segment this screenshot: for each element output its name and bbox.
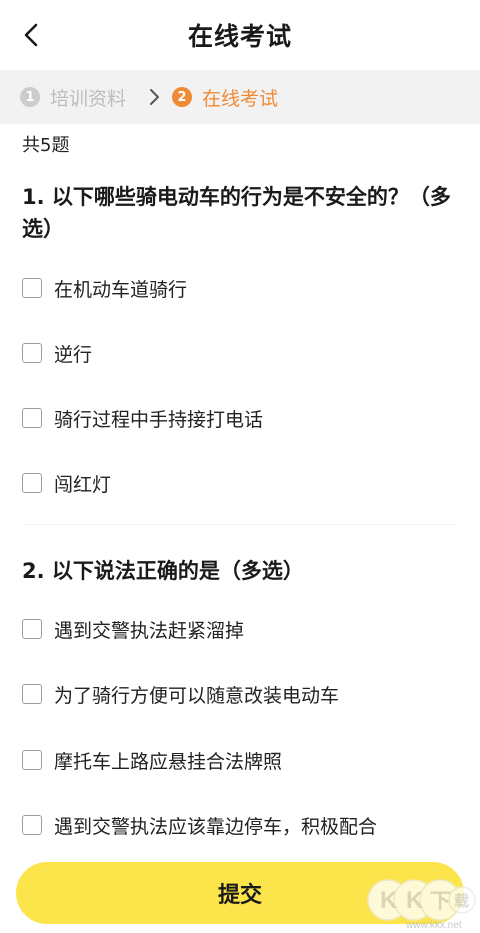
option-checkbox[interactable]: 遇到交警执法应该靠边停车，积极配合 — [22, 808, 462, 842]
step-online-exam[interactable]: 2 在线考试 — [172, 84, 278, 111]
option-label: 遇到交警执法赶紧溜掉 — [54, 619, 245, 642]
question-count: 共5题 — [22, 135, 70, 156]
chevron-right-icon — [148, 88, 160, 106]
svg-text:K: K — [380, 887, 398, 914]
checkbox-icon[interactable] — [22, 278, 42, 298]
step-label: 在线考试 — [202, 87, 279, 110]
svg-text:www.kkx.net: www.kkx.net — [405, 920, 462, 931]
option-checkbox[interactable]: 骑行过程中手持接打电话 — [22, 401, 462, 435]
option-checkbox[interactable]: 为了骑行方便可以随意改装电动车 — [22, 677, 462, 711]
checkbox-icon[interactable] — [22, 343, 42, 363]
option-label: 在机动车道骑行 — [54, 278, 188, 301]
question-title: 2. 以下说法正确的是（多选） — [22, 559, 304, 583]
option-label: 摩托车上路应悬挂合法牌照 — [54, 750, 283, 773]
checkbox-icon[interactable] — [22, 619, 42, 639]
divider — [22, 524, 458, 525]
option-checkbox[interactable]: 逆行 — [22, 336, 462, 370]
option-label: 骑行过程中手持接打电话 — [54, 408, 264, 431]
option-checkbox[interactable]: 遇到交警执法赶紧溜掉 — [22, 612, 462, 646]
option-label: 闯红灯 — [54, 473, 112, 496]
svg-text:载: 载 — [454, 892, 469, 910]
step-number: 2 — [172, 87, 193, 107]
option-checkbox[interactable]: 在机动车道骑行 — [22, 271, 462, 305]
step-number: 1 — [20, 87, 40, 107]
checkbox-icon[interactable] — [22, 684, 42, 704]
checkbox-icon[interactable] — [22, 473, 42, 493]
step-training-materials[interactable]: 1 培训资料 — [20, 84, 126, 111]
top-bar: 在线考试 — [0, 0, 480, 70]
option-checkbox[interactable]: 摩托车上路应悬挂合法牌照 — [22, 743, 462, 777]
kk-download-watermark-logo: K K 下 载 www.kkx.net — [367, 879, 476, 931]
checkbox-icon[interactable] — [22, 750, 42, 770]
svg-text:下: 下 — [430, 889, 451, 913]
chevron-left-icon — [24, 23, 38, 47]
back-button[interactable] — [14, 17, 50, 53]
checkbox-icon[interactable] — [22, 815, 42, 835]
step-indicator: 1 培训资料 2 在线考试 — [0, 70, 480, 124]
svg-text:K: K — [406, 887, 424, 914]
option-label: 为了骑行方便可以随意改装电动车 — [54, 684, 340, 707]
option-label: 遇到交警执法应该靠边停车，积极配合 — [54, 815, 378, 838]
option-checkbox[interactable]: 闯红灯 — [22, 466, 462, 500]
page-title: 在线考试 — [187, 22, 292, 51]
option-label: 逆行 — [54, 343, 93, 366]
checkbox-icon[interactable] — [22, 408, 42, 428]
question-title: 1. 以下哪些骑电动车的行为是不安全的？（多选） — [22, 185, 451, 241]
exam-page: 在线考试 1 培训资料 2 在线考试 共5题 1. 以下哪些骑电动车的行为是不安… — [0, 0, 480, 933]
step-label: 培训资料 — [50, 87, 127, 110]
